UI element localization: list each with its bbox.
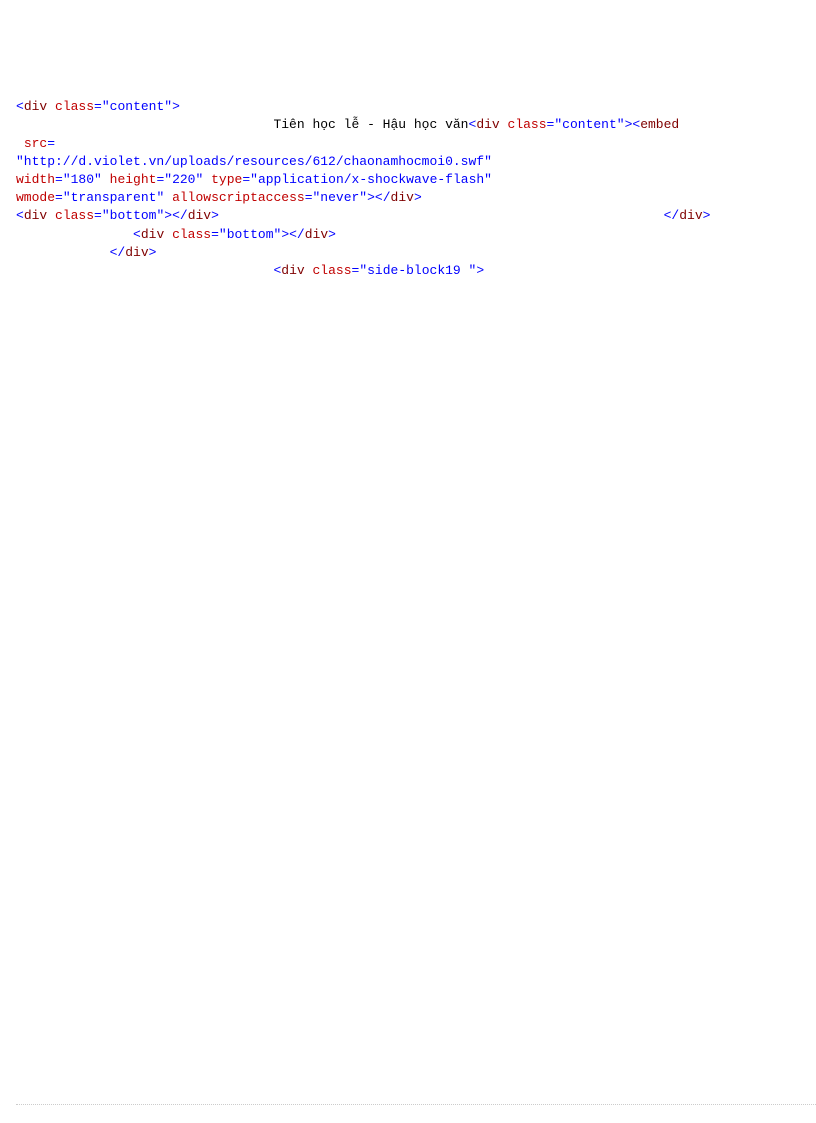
code-line-1: <<divdiv class="content"> (16, 99, 180, 114)
attr-val-content: "content" (102, 99, 172, 114)
code-line-9: </div> (16, 245, 156, 260)
code-line-6: wmode="transparent" allowscriptaccess="n… (16, 190, 422, 205)
code-line-2: Tiên học lễ - Hậu học văn<div class="con… (16, 117, 679, 132)
attr-val-width: "180" (63, 172, 102, 187)
code-line-5: width="180" height="220" type="applicati… (16, 172, 492, 187)
attr-src: src (24, 136, 47, 151)
code-line-8: <div class="bottom"></div> (16, 227, 336, 242)
attr-val-sideblock: "side-block19 " (359, 263, 476, 278)
attr-wmode: wmode (16, 190, 55, 205)
attr-allowscriptaccess: allowscriptaccess (172, 190, 305, 205)
document-page: <<divdiv class="content"> Tiên học lễ - … (0, 0, 816, 280)
code-line-7: <div class="bottom"></div> </div> (16, 208, 710, 223)
attr-val-type: "application/x-shockwave-flash" (250, 172, 492, 187)
code-line-10: <div class="side-block19 "> (16, 263, 484, 278)
attr-val-url: "http://d.violet.vn/uploads/resources/61… (16, 154, 492, 169)
tag-open-bracket: < (16, 99, 24, 114)
attr-width: width (16, 172, 55, 187)
attr-val-height: "220" (164, 172, 203, 187)
attr-class: class (55, 99, 94, 114)
code-line-4: "http://d.violet.vn/uploads/resources/61… (16, 154, 492, 169)
attr-val-asa: "never" (313, 190, 368, 205)
attr-type: type (211, 172, 242, 187)
tag-close-bracket: > (172, 99, 180, 114)
attr-val-bottom: "bottom" (102, 208, 164, 223)
content-text: Tiên học lễ - Hậu học văn (273, 117, 468, 132)
attr-val-wmode: "transparent" (63, 190, 164, 205)
attr-height: height (110, 172, 157, 187)
page-footer-divider (16, 1104, 816, 1105)
code-line-3: src= (16, 136, 55, 151)
